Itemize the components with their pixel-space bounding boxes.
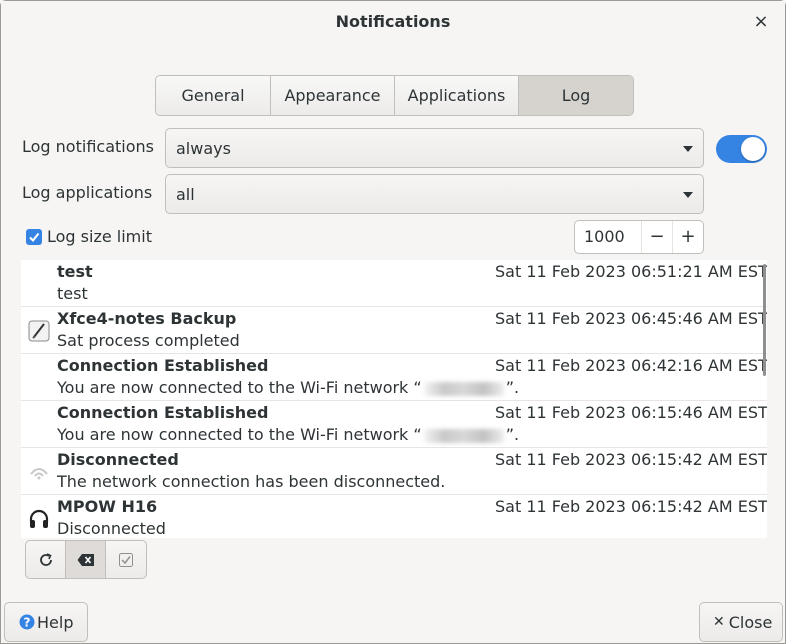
list-item[interactable]: Xfce4-notes Backup Sat process completed… <box>21 307 767 354</box>
backspace-clear-icon <box>77 553 94 566</box>
entry-title: test <box>57 262 93 281</box>
titlebar: Notifications × <box>1 1 785 43</box>
entry-body: test <box>57 284 88 303</box>
log-size-limit-label: Log size limit <box>47 227 152 246</box>
window-close-button[interactable]: × <box>751 11 771 33</box>
checkmark-icon <box>29 232 40 243</box>
refresh-icon <box>39 552 52 566</box>
entry-title: Xfce4-notes Backup <box>57 309 237 328</box>
close-button[interactable]: ✕ Close <box>699 602 783 642</box>
close-icon: ✕ <box>713 614 725 630</box>
help-icon: ? <box>19 614 35 630</box>
entry-body: Sat process completed <box>57 331 240 350</box>
entry-title: Disconnected <box>57 450 179 469</box>
entry-time: Sat 11 Feb 2023 06:51:21 AM EST <box>495 262 767 281</box>
list-item[interactable]: MPOW H16 Disconnected Sat 11 Feb 2023 06… <box>21 495 767 538</box>
list-item[interactable]: Connection Established You are now conne… <box>21 354 767 401</box>
help-button[interactable]: ? Help <box>4 602 88 642</box>
network-offline-icon <box>27 460 51 484</box>
redacted-network-name <box>423 428 504 443</box>
entry-body-text: You are now connected to the Wi-Fi netwo… <box>57 378 422 397</box>
log-notifications-combo[interactable]: always <box>165 128 704 168</box>
entry-time: Sat 11 Feb 2023 06:45:46 AM EST <box>495 309 767 328</box>
list-item[interactable]: Disconnected The network connection has … <box>21 448 767 495</box>
tab-applications[interactable]: Applications <box>395 76 519 115</box>
chevron-down-icon <box>683 192 693 198</box>
mark-all-read-button[interactable] <box>106 541 146 578</box>
entry-body-text: You are now connected to the Wi-Fi netwo… <box>57 425 422 444</box>
log-notifications-label: Log notifications <box>22 137 154 156</box>
window-title: Notifications <box>335 12 451 31</box>
headphones-icon <box>27 507 51 531</box>
entry-body: The network connection has been disconne… <box>57 472 446 491</box>
redacted-network-name <box>423 381 504 396</box>
entry-time: Sat 11 Feb 2023 06:15:42 AM EST <box>495 497 767 516</box>
entry-body-suffix: ”. <box>505 378 520 397</box>
list-item[interactable]: test test Sat 11 Feb 2023 06:51:21 AM ES… <box>21 260 767 307</box>
entry-body: You are now connected to the Wi-Fi netwo… <box>57 425 519 444</box>
close-label: Close <box>728 612 773 632</box>
log-applications-combo[interactable]: all <box>165 174 704 214</box>
entry-body: Disconnected <box>57 519 166 538</box>
decrement-button[interactable]: − <box>641 221 672 253</box>
log-notifications-value: always <box>176 139 231 158</box>
entry-body-suffix: ”. <box>505 425 520 444</box>
increment-button[interactable]: + <box>672 221 703 253</box>
entry-title: Connection Established <box>57 403 269 422</box>
notification-log-list: test test Sat 11 Feb 2023 06:51:21 AM ES… <box>21 260 767 538</box>
log-size-value[interactable]: 1000 <box>575 221 641 253</box>
chevron-down-icon <box>683 146 693 152</box>
log-notifications-switch[interactable] <box>716 135 767 163</box>
notifications-dialog: Notifications × General Appearance Appli… <box>0 0 786 644</box>
clear-log-button[interactable] <box>66 541 106 578</box>
entry-time: Sat 11 Feb 2023 06:15:42 AM EST <box>495 450 767 469</box>
tab-log[interactable]: Log <box>519 76 633 115</box>
log-scrollbar[interactable] <box>763 264 766 376</box>
tab-general[interactable]: General <box>156 76 271 115</box>
entry-time: Sat 11 Feb 2023 06:15:46 AM EST <box>495 403 767 422</box>
log-toolbar <box>25 540 147 579</box>
log-size-limit-checkbox[interactable] <box>26 229 42 245</box>
svg-text:?: ? <box>24 616 31 630</box>
log-size-spinbutton: 1000 − + <box>574 220 704 254</box>
log-applications-value: all <box>176 185 195 204</box>
help-label: Help <box>37 612 74 632</box>
list-item[interactable]: Connection Established You are now conne… <box>21 401 767 448</box>
tab-bar: General Appearance Applications Log <box>155 75 634 116</box>
tab-appearance[interactable]: Appearance <box>271 76 395 115</box>
entry-title: MPOW H16 <box>57 497 158 516</box>
refresh-button[interactable] <box>26 541 66 578</box>
notes-icon <box>27 319 51 343</box>
log-applications-label: Log applications <box>22 183 153 202</box>
entry-title: Connection Established <box>57 356 269 375</box>
entry-time: Sat 11 Feb 2023 06:42:16 AM EST <box>495 356 767 375</box>
switch-knob <box>741 137 765 161</box>
checkbox-icon <box>119 552 133 567</box>
entry-body: You are now connected to the Wi-Fi netwo… <box>57 378 519 397</box>
